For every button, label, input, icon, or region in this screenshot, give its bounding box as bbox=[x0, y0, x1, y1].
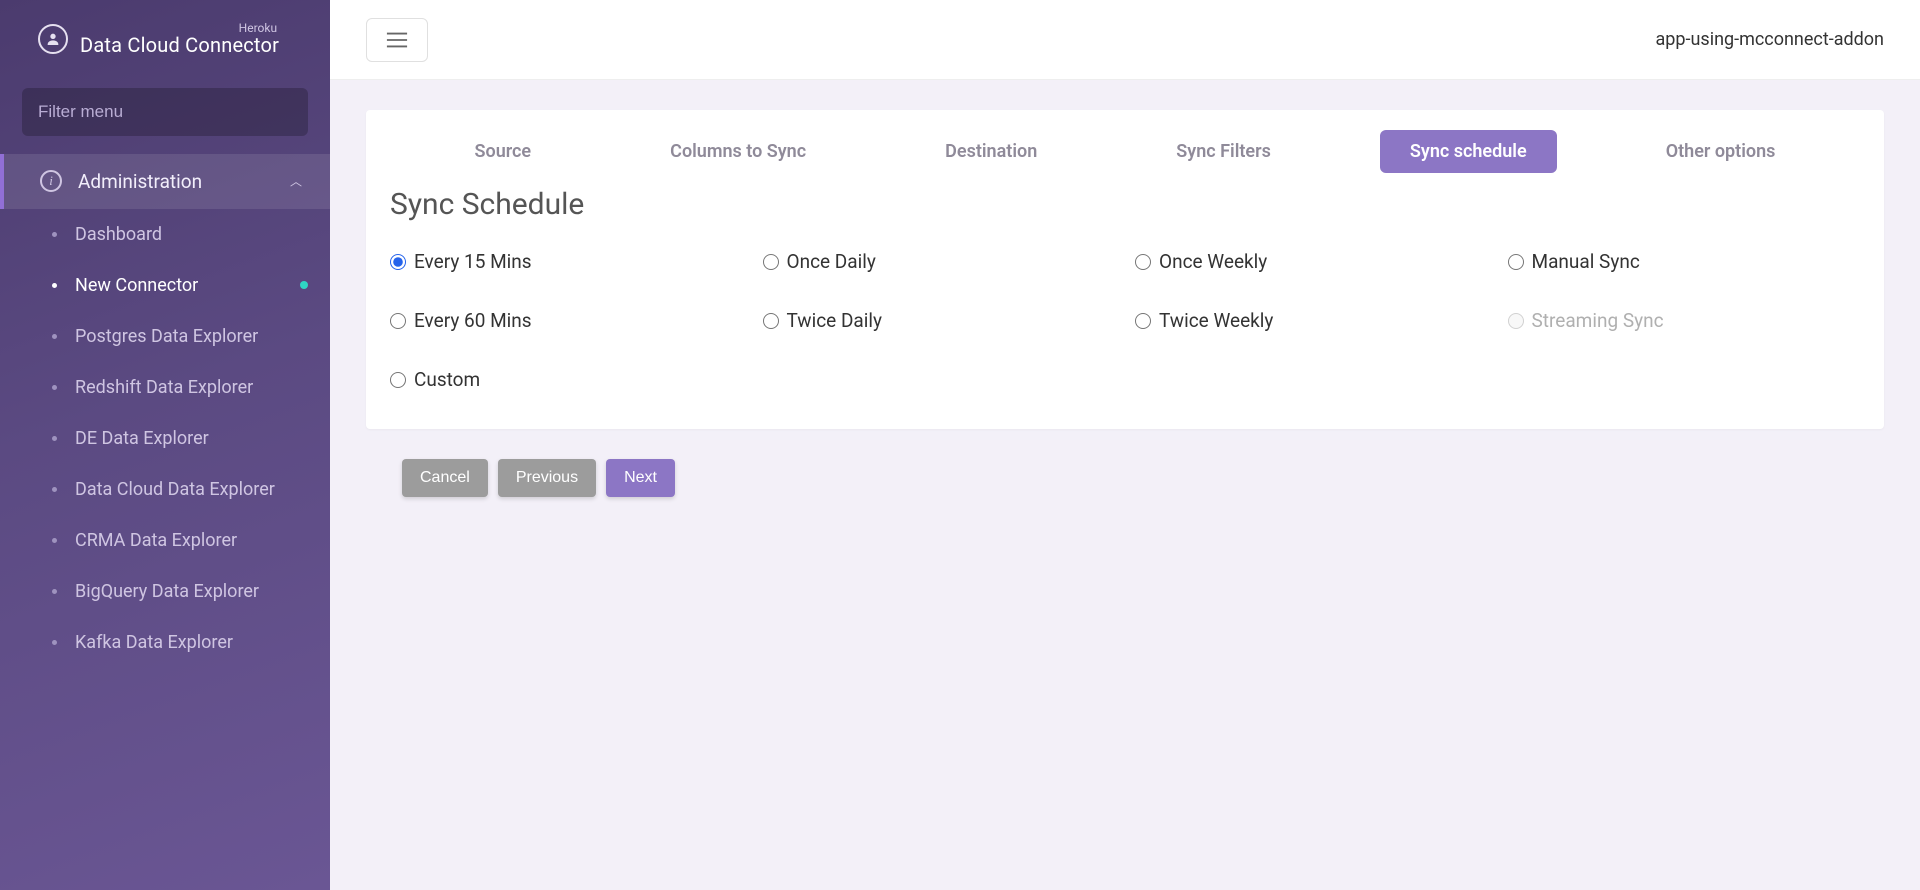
schedule-option-once-daily[interactable]: Once Daily bbox=[763, 250, 1116, 273]
wizard-actions: Cancel Previous Next bbox=[402, 459, 1884, 497]
schedule-option-label: Every 60 Mins bbox=[414, 309, 532, 332]
nav-bullet-icon bbox=[52, 283, 57, 288]
sidebar-item-crma-data-explorer[interactable]: CRMA Data Explorer bbox=[0, 515, 330, 566]
tab-destination[interactable]: Destination bbox=[915, 130, 1067, 173]
sidebar-item-data-cloud-data-explorer[interactable]: Data Cloud Data Explorer bbox=[0, 464, 330, 515]
tab-other-options[interactable]: Other options bbox=[1636, 130, 1806, 173]
hamburger-icon bbox=[386, 31, 408, 49]
sidebar-item-label: Dashboard bbox=[75, 224, 162, 245]
sidebar-item-label: Data Cloud Data Explorer bbox=[75, 479, 275, 500]
sidebar-item-label: Kafka Data Explorer bbox=[75, 632, 233, 653]
schedule-radio[interactable] bbox=[763, 313, 779, 329]
sidebar-item-label: DE Data Explorer bbox=[75, 428, 209, 449]
sidebar-item-kafka-data-explorer[interactable]: Kafka Data Explorer bbox=[0, 617, 330, 668]
schedule-radio[interactable] bbox=[390, 372, 406, 388]
sidebar-item-de-data-explorer[interactable]: DE Data Explorer bbox=[0, 413, 330, 464]
nav-bullet-icon bbox=[52, 385, 57, 390]
tab-columns-to-sync[interactable]: Columns to Sync bbox=[640, 130, 836, 173]
status-dot-icon bbox=[300, 281, 308, 289]
filter-wrap bbox=[0, 74, 330, 154]
topbar: app-using-mcconnect-addon bbox=[330, 0, 1920, 80]
schedule-option-label: Manual Sync bbox=[1532, 250, 1640, 273]
schedule-radio[interactable] bbox=[1508, 254, 1524, 270]
schedule-radio[interactable] bbox=[763, 254, 779, 270]
schedule-option-streaming-sync: Streaming Sync bbox=[1508, 309, 1861, 332]
schedule-option-label: Custom bbox=[414, 368, 480, 391]
sidebar-item-label: BigQuery Data Explorer bbox=[75, 581, 259, 602]
brand-title: Data Cloud Connector bbox=[80, 35, 279, 56]
schedule-option-every-60-mins[interactable]: Every 60 Mins bbox=[390, 309, 743, 332]
nav-bullet-icon bbox=[52, 538, 57, 543]
nav-bullet-icon bbox=[52, 232, 57, 237]
nav-group-label: Administration bbox=[78, 170, 202, 193]
schedule-radio[interactable] bbox=[390, 254, 406, 270]
info-icon: i bbox=[40, 170, 62, 192]
schedule-option-label: Streaming Sync bbox=[1532, 309, 1664, 332]
cancel-button[interactable]: Cancel bbox=[402, 459, 488, 497]
sidebar-item-label: CRMA Data Explorer bbox=[75, 530, 237, 551]
sync-schedule-options: Every 15 Mins Once Daily Once Weekly Manual… bbox=[386, 246, 1864, 401]
section-title: Sync Schedule bbox=[390, 187, 1864, 222]
sidebar-item-label: Redshift Data Explorer bbox=[75, 377, 253, 398]
nav-group-administration[interactable]: i Administration ︿ bbox=[0, 154, 330, 209]
chevron-up-icon: ︿ bbox=[290, 173, 302, 190]
nav-bullet-icon bbox=[52, 589, 57, 594]
schedule-option-label: Twice Daily bbox=[787, 309, 882, 332]
menu-toggle-button[interactable] bbox=[366, 18, 428, 62]
main: app-using-mcconnect-addon Source Columns … bbox=[330, 0, 1920, 890]
nav-bullet-icon bbox=[52, 436, 57, 441]
schedule-option-label: Once Daily bbox=[787, 250, 876, 273]
tab-sync-filters[interactable]: Sync Filters bbox=[1146, 130, 1301, 173]
schedule-option-manual-sync[interactable]: Manual Sync bbox=[1508, 250, 1861, 273]
schedule-option-twice-weekly[interactable]: Twice Weekly bbox=[1135, 309, 1488, 332]
schedule-option-custom[interactable]: Custom bbox=[390, 368, 743, 391]
schedule-option-label: Twice Weekly bbox=[1159, 309, 1273, 332]
sidebar-item-label: Postgres Data Explorer bbox=[75, 326, 258, 347]
previous-button[interactable]: Previous bbox=[498, 459, 596, 497]
filter-menu-input[interactable] bbox=[22, 88, 308, 136]
next-button[interactable]: Next bbox=[606, 459, 675, 497]
nav-bullet-icon bbox=[52, 334, 57, 339]
tab-source[interactable]: Source bbox=[445, 130, 562, 173]
nav-bullet-icon bbox=[52, 487, 57, 492]
schedule-radio[interactable] bbox=[390, 313, 406, 329]
sidebar-item-postgres-data-explorer[interactable]: Postgres Data Explorer bbox=[0, 311, 330, 362]
schedule-radio[interactable] bbox=[1135, 254, 1151, 270]
wizard-tabs: Source Columns to Sync Destination Sync Fil… bbox=[386, 130, 1864, 179]
app-name: app-using-mcconnect-addon bbox=[1656, 29, 1885, 50]
schedule-option-twice-daily[interactable]: Twice Daily bbox=[763, 309, 1116, 332]
nav-items: Dashboard New Connector Postgres Data Expl… bbox=[0, 209, 330, 668]
sidebar: Heroku Data Cloud Connector i Administra… bbox=[0, 0, 330, 890]
sidebar-item-new-connector[interactable]: New Connector bbox=[0, 260, 330, 311]
sidebar-item-dashboard[interactable]: Dashboard bbox=[0, 209, 330, 260]
wizard-card: Source Columns to Sync Destination Sync Fil… bbox=[366, 110, 1884, 429]
brand-icon bbox=[38, 24, 68, 54]
brand-text: Heroku Data Cloud Connector bbox=[80, 22, 279, 56]
schedule-option-label: Once Weekly bbox=[1159, 250, 1267, 273]
sidebar-item-label: New Connector bbox=[75, 275, 198, 296]
nav-bullet-icon bbox=[52, 640, 57, 645]
sidebar-item-redshift-data-explorer[interactable]: Redshift Data Explorer bbox=[0, 362, 330, 413]
schedule-radio[interactable] bbox=[1135, 313, 1151, 329]
brand[interactable]: Heroku Data Cloud Connector bbox=[0, 0, 330, 74]
content: Source Columns to Sync Destination Sync Fil… bbox=[330, 80, 1920, 527]
schedule-option-every-15-mins[interactable]: Every 15 Mins bbox=[390, 250, 743, 273]
schedule-radio bbox=[1508, 313, 1524, 329]
sidebar-item-bigquery-data-explorer[interactable]: BigQuery Data Explorer bbox=[0, 566, 330, 617]
schedule-option-once-weekly[interactable]: Once Weekly bbox=[1135, 250, 1488, 273]
schedule-option-label: Every 15 Mins bbox=[414, 250, 532, 273]
tab-sync-schedule[interactable]: Sync schedule bbox=[1380, 130, 1557, 173]
